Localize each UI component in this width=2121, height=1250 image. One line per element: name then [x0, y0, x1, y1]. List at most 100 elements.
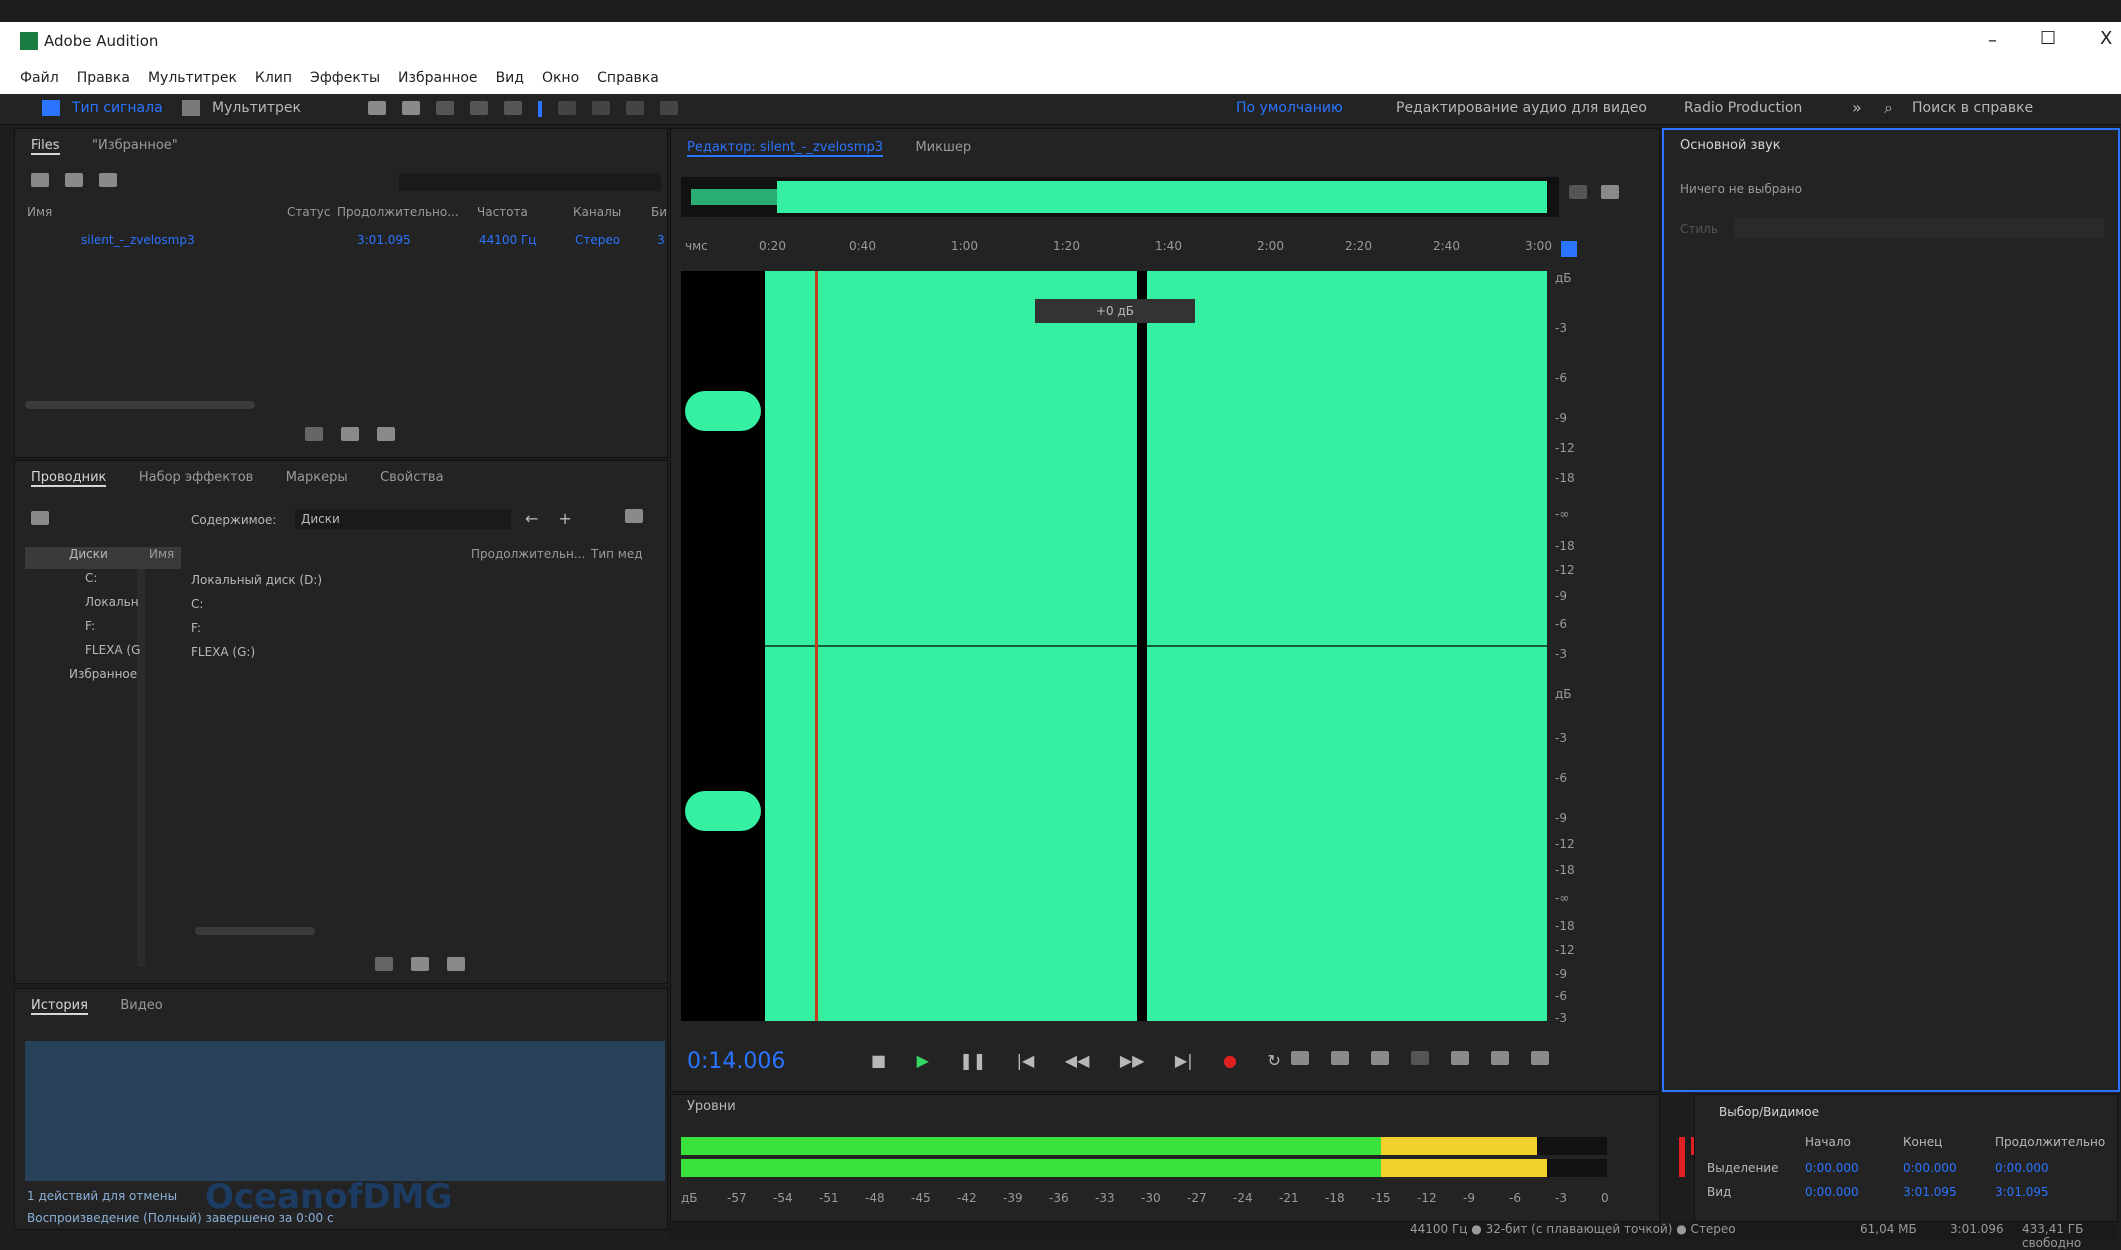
tab-effects[interactable]: Набор эффектов — [139, 470, 254, 485]
menu-clip[interactable]: Клип — [255, 70, 292, 86]
selection-start[interactable]: 0:00.000 — [1805, 1161, 1859, 1175]
browser-speaker-icon[interactable] — [447, 957, 465, 971]
menu-favorites[interactable]: Избранное — [398, 70, 478, 86]
back-icon[interactable]: ← — [525, 509, 538, 528]
pitch-display-icon[interactable] — [402, 101, 420, 115]
spectral-display-icon[interactable] — [368, 101, 386, 115]
open-file-icon[interactable] — [31, 173, 49, 187]
forward-button[interactable]: ▶▶ — [1120, 1051, 1145, 1070]
playhead[interactable] — [815, 271, 818, 1021]
filter-icon[interactable] — [625, 509, 643, 527]
waveform-mode-button[interactable]: Тип сигнала — [72, 100, 163, 116]
filter-select[interactable]: Диски — [295, 509, 511, 529]
minimize-button[interactable]: – — [1988, 30, 1997, 51]
files-scrollbar[interactable] — [25, 401, 255, 409]
stop-button[interactable]: ■ — [871, 1051, 886, 1070]
view-end[interactable]: 3:01.095 — [1903, 1185, 1957, 1199]
col-rate[interactable]: Частота — [477, 205, 528, 219]
marquee-tool-icon[interactable] — [558, 101, 576, 115]
menu-help[interactable]: Справка — [597, 70, 659, 86]
new-file-icon[interactable] — [65, 173, 83, 187]
close-button[interactable]: X — [2100, 28, 2112, 49]
multitrack-mode-button[interactable]: Мультитрек — [212, 100, 301, 116]
waveform-display[interactable]: +0 дБ — [681, 271, 1547, 1021]
loop-button[interactable]: ↻ — [1267, 1051, 1280, 1070]
help-search-input[interactable]: Поиск в справке — [1912, 100, 2112, 118]
tab-editor[interactable]: Редактор: silent_-_zvelosmp3 — [687, 140, 883, 157]
play-preview-icon[interactable] — [305, 427, 323, 441]
move-tool-icon[interactable] — [436, 101, 454, 115]
file-row[interactable]: silent_-_zvelosmp3 3:01.095 44100 Гц Сте… — [27, 233, 667, 251]
slip-tool-icon[interactable] — [504, 101, 522, 115]
col-bits[interactable]: Би — [651, 205, 667, 219]
selection-end[interactable]: 0:00.000 — [1903, 1161, 1957, 1175]
col-channels[interactable]: Каналы — [573, 205, 621, 219]
list-col-name[interactable]: Имя — [149, 547, 174, 561]
menu-window[interactable]: Окно — [542, 70, 579, 86]
spot-healing-icon[interactable] — [660, 101, 678, 115]
preset-select[interactable] — [1734, 218, 2104, 238]
maximize-button[interactable]: ☐ — [2040, 28, 2056, 49]
list-item-d[interactable]: Локальный диск (D:) — [145, 573, 703, 595]
workspace-more-icon[interactable]: » — [1852, 98, 1862, 117]
workspace-default[interactable]: По умолчанию — [1236, 100, 1343, 116]
zoom-selection-icon[interactable] — [1411, 1051, 1429, 1065]
tab-mixer[interactable]: Микшер — [915, 140, 971, 155]
add-folder-icon[interactable]: + — [558, 509, 571, 528]
menu-effects[interactable]: Эффекты — [310, 70, 380, 86]
menu-file[interactable]: Файл — [20, 70, 59, 86]
pause-button[interactable]: ❚❚ — [959, 1051, 986, 1070]
col-duration[interactable]: Продолжительно... — [337, 205, 459, 219]
workspace-radio[interactable]: Radio Production — [1684, 100, 1802, 116]
tab-video[interactable]: Видео — [120, 998, 162, 1013]
go-end-button[interactable]: ▶| — [1175, 1051, 1193, 1070]
lasso-tool-icon[interactable] — [592, 101, 610, 115]
zoom-out-time-icon[interactable] — [1491, 1051, 1509, 1065]
menu-edit[interactable]: Правка — [77, 70, 130, 86]
browser-home-icon[interactable] — [31, 511, 49, 529]
time-selection-tool-icon[interactable] — [538, 101, 542, 117]
list-col-duration[interactable]: Продолжительн... — [471, 547, 585, 561]
zoom-in-amp-icon[interactable] — [1291, 1051, 1309, 1065]
view-duration[interactable]: 3:01.095 — [1995, 1185, 2049, 1199]
browser-loop-icon[interactable] — [411, 957, 429, 971]
zoom-icon[interactable] — [1569, 185, 1587, 203]
view-start[interactable]: 0:00.000 — [1805, 1185, 1859, 1199]
tab-properties[interactable]: Свойства — [380, 470, 444, 485]
tab-history[interactable]: История — [31, 998, 88, 1015]
tab-explorer[interactable]: Проводник — [31, 470, 107, 487]
time-ruler[interactable]: чмс 0:20 0:40 1:00 1:20 1:40 2:00 2:20 2… — [681, 239, 1561, 259]
col-status[interactable]: Статус — [287, 205, 330, 219]
zoom-out-amp-icon[interactable] — [1331, 1051, 1349, 1065]
tab-favorites[interactable]: "Избранное" — [92, 138, 178, 153]
files-search-input[interactable] — [399, 173, 661, 191]
workspace-video-editing[interactable]: Редактирование аудио для видео — [1396, 100, 1647, 116]
selection-duration[interactable]: 0:00.000 — [1995, 1161, 2049, 1175]
tab-markers[interactable]: Маркеры — [286, 470, 348, 485]
browser-scrollbar[interactable] — [195, 927, 315, 935]
col-name[interactable]: Имя — [27, 205, 52, 219]
menu-view[interactable]: Вид — [496, 70, 524, 86]
go-start-button[interactable]: |◀ — [1017, 1051, 1035, 1070]
lock-icon[interactable] — [1561, 241, 1577, 257]
play-button[interactable]: ▶ — [917, 1051, 929, 1070]
zoom-full-icon[interactable] — [1371, 1051, 1389, 1065]
current-time[interactable]: 0:14.006 — [687, 1049, 785, 1074]
loop-icon[interactable] — [341, 427, 359, 441]
razor-tool-icon[interactable] — [470, 101, 488, 115]
browser-play-icon[interactable] — [375, 957, 393, 971]
brush-tool-icon[interactable] — [626, 101, 644, 115]
speaker-icon[interactable] — [377, 427, 395, 441]
zoom-fit-icon[interactable] — [1531, 1051, 1549, 1065]
zoom-in-time-icon[interactable] — [1451, 1051, 1469, 1065]
hud-volume[interactable]: +0 дБ — [1035, 299, 1195, 323]
list-col-type[interactable]: Тип мед — [591, 547, 643, 561]
overview-menu-icon[interactable] — [1601, 185, 1619, 203]
menu-multitrack[interactable]: Мультитрек — [148, 70, 237, 86]
overview-bar[interactable] — [681, 177, 1559, 217]
list-item-flexa[interactable]: FLEXA (G:) — [145, 645, 703, 667]
rewind-button[interactable]: ◀◀ — [1065, 1051, 1090, 1070]
list-item-c[interactable]: C: — [145, 597, 703, 619]
list-item-f[interactable]: F: — [145, 621, 703, 643]
record-button[interactable]: ● — [1223, 1051, 1237, 1070]
